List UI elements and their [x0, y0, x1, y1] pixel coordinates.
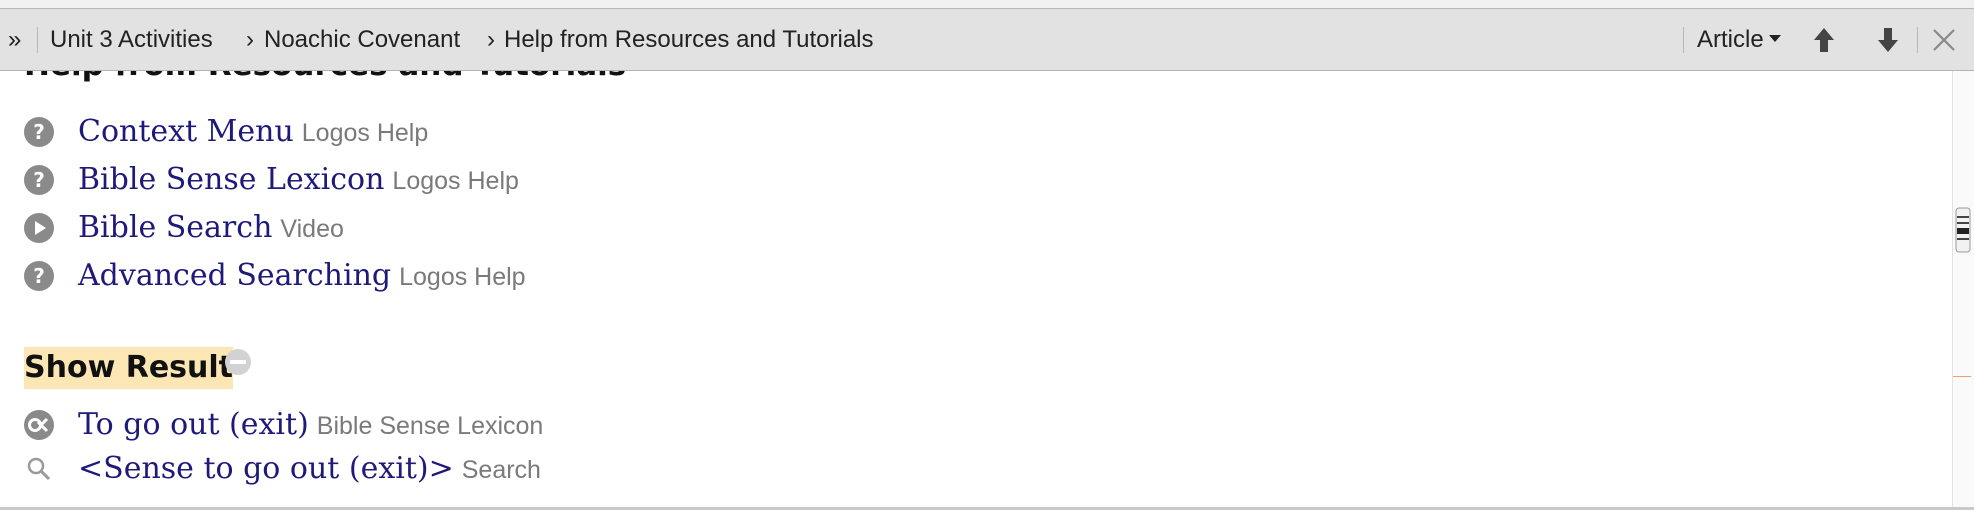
- scrollbar-position-marker: [1953, 376, 1971, 377]
- svg-text:?: ?: [33, 264, 45, 288]
- help-item-source: Logos Help: [399, 263, 526, 291]
- help-icon: ?: [24, 165, 54, 195]
- toolbar-divider: [1917, 27, 1918, 53]
- chevron-down-icon: [1768, 35, 1781, 43]
- window-top-edge: [0, 0, 1974, 9]
- section-heading: Help from Resources and Tutorials: [24, 71, 626, 83]
- article-dropdown-label: Article: [1697, 26, 1764, 53]
- close-icon[interactable]: [1930, 26, 1958, 54]
- help-icon: ?: [24, 261, 54, 291]
- breadcrumb-unit-3-activities[interactable]: Unit 3 Activities: [50, 9, 213, 70]
- result-item-link[interactable]: <Sense to go out (exit)> Search: [78, 449, 541, 490]
- help-item-link[interactable]: Bible Search Video: [78, 208, 344, 249]
- breadcrumb-separator: ›: [487, 26, 495, 53]
- result-item-source: Bible Sense Lexicon: [316, 412, 544, 440]
- collapse-minus-icon[interactable]: [224, 348, 252, 376]
- svg-text:?: ?: [33, 168, 45, 192]
- svg-text:?: ?: [33, 120, 45, 144]
- toolbar-divider: [1683, 27, 1684, 53]
- down-arrow-icon[interactable]: [1873, 25, 1903, 55]
- play-icon: [24, 213, 54, 243]
- breadcrumb-separator: ›: [246, 26, 254, 53]
- help-item-link[interactable]: Context Menu Logos Help: [78, 112, 428, 153]
- search-icon: [27, 457, 51, 481]
- bible-sense-icon: [24, 410, 54, 440]
- help-item-source: Video: [280, 215, 344, 243]
- help-item-source: Logos Help: [392, 167, 519, 195]
- result-item-link[interactable]: To go out (exit) Bible Sense Lexicon: [78, 405, 543, 446]
- panel-toolbar: » Unit 3 Activities › Noachic Covenant ›…: [0, 9, 1974, 71]
- help-icon: ?: [24, 117, 54, 147]
- result-item-source: Search: [461, 456, 541, 484]
- vertical-scrollbar[interactable]: [1952, 71, 1974, 507]
- help-item-link[interactable]: Advanced Searching Logos Help: [78, 256, 526, 297]
- overflow-menu-button[interactable]: »: [8, 9, 21, 70]
- toolbar-divider: [37, 27, 38, 53]
- article-dropdown[interactable]: Article: [1697, 9, 1781, 70]
- show-result-heading[interactable]: Show Result: [24, 347, 234, 389]
- breadcrumb-current-section[interactable]: Help from Resources and Tutorials: [504, 9, 874, 70]
- scrollbar-thumb[interactable]: [1953, 206, 1973, 254]
- help-item-link[interactable]: Bible Sense Lexicon Logos Help: [78, 160, 519, 201]
- article-content: Help from Resources and Tutorials ? Cont…: [0, 71, 1952, 507]
- up-arrow-icon[interactable]: [1809, 25, 1839, 55]
- breadcrumb-noachic-covenant[interactable]: Noachic Covenant: [264, 9, 460, 70]
- help-item-source: Logos Help: [301, 119, 429, 147]
